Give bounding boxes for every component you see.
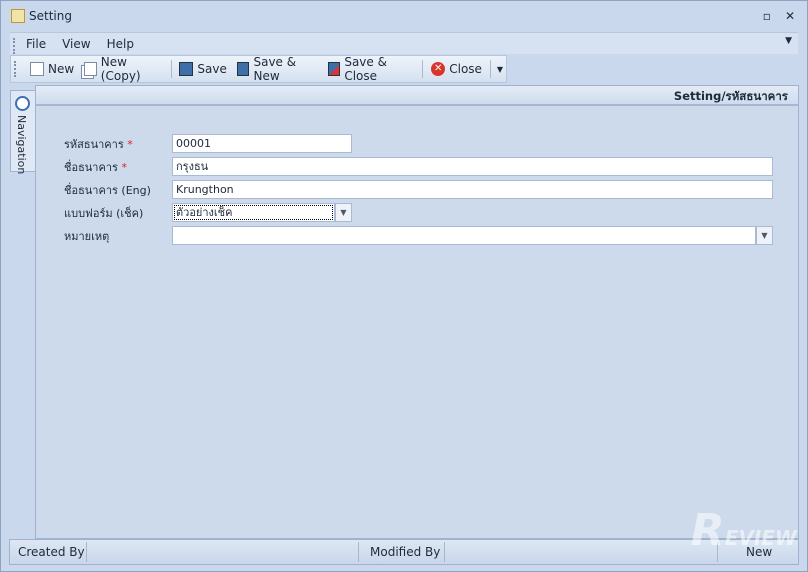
menu-bar: File View Help ▼ <box>10 32 798 54</box>
bank-name-eng-input[interactable]: Krungthon <box>172 180 773 199</box>
toolbar: New New (Copy) Save Save & New Save & Cl… <box>10 55 507 83</box>
close-label: Close <box>449 62 482 76</box>
close-red-icon: ✕ <box>431 62 446 76</box>
toolbar-overflow-chevron-icon[interactable]: ▼ <box>494 65 506 74</box>
remark-input[interactable] <box>172 226 756 245</box>
status-divider <box>444 542 445 562</box>
title-bar: Setting ▫ ✕ <box>1 1 807 31</box>
status-bar: Created By Modified By New <box>9 539 799 565</box>
status-divider <box>358 542 359 562</box>
bank-name-input[interactable]: กรุงธน <box>172 157 773 176</box>
bank-name-eng-label: ชื่อธนาคาร (Eng) <box>64 183 151 197</box>
cheque-form-row: แบบฟอร์ม (เช็ค) ตัวอย่างเช็ค ▼ <box>64 203 352 222</box>
remark-row: หมายเหตุ ▼ <box>64 226 773 245</box>
toolbar-separator <box>489 60 491 78</box>
save-button[interactable]: Save <box>174 58 231 80</box>
save-close-label: Save & Close <box>344 55 387 83</box>
close-window-button[interactable]: ✕ <box>785 9 795 23</box>
menu-view[interactable]: View <box>62 37 90 51</box>
save-new-icon <box>236 62 250 76</box>
window-title: Setting <box>29 9 72 23</box>
restore-button[interactable]: ▫ <box>763 9 771 23</box>
toolbar-separator <box>170 60 172 78</box>
save-close-button[interactable]: Save & Close <box>323 55 420 83</box>
setting-app-icon <box>11 9 25 23</box>
navigation-label: Navigation <box>15 115 28 175</box>
cheque-form-label: แบบฟอร์ม (เช็ค) <box>64 206 144 220</box>
bank-name-eng-row: ชื่อธนาคาร (Eng) Krungthon <box>64 180 773 199</box>
save-new-button[interactable]: Save & New <box>232 55 323 83</box>
save-new-label: Save & New <box>253 55 297 83</box>
save-label: Save <box>197 62 227 76</box>
remark-chevron-down-icon[interactable]: ▼ <box>756 226 773 245</box>
toolbar-separator <box>422 60 424 78</box>
cheque-form-select[interactable]: ตัวอย่างเช็ค <box>172 203 335 222</box>
status-divider <box>86 542 87 562</box>
required-marker: * <box>127 137 133 151</box>
menu-chevron-down-icon[interactable]: ▼ <box>785 36 792 46</box>
bank-code-row: รหัสธนาคาร * 00001 <box>64 134 352 153</box>
save-close-icon <box>327 62 341 76</box>
toolbar-grip[interactable] <box>14 61 16 77</box>
new-label: New <box>48 62 75 76</box>
menu-grip[interactable] <box>13 38 15 54</box>
watermark-logo: REVIEW <box>690 505 797 556</box>
modified-by-label: Modified By <box>370 545 441 559</box>
cheque-form-chevron-down-icon[interactable]: ▼ <box>335 203 352 222</box>
menu-help[interactable]: Help <box>107 37 134 51</box>
content-panel: Setting/รหัสธนาคาร รหัสธนาคาร * 00001 ชื… <box>35 85 799 539</box>
navigation-tab[interactable]: Navigation <box>10 90 35 175</box>
bank-code-input[interactable]: 00001 <box>172 134 352 153</box>
bank-code-label: รหัสธนาคาร * <box>64 135 172 153</box>
copy-document-icon <box>84 62 97 76</box>
save-icon <box>179 62 194 76</box>
close-button[interactable]: ✕ Close <box>426 58 487 80</box>
new-copy-label: New (Copy) <box>100 55 141 83</box>
bank-name-row: ชื่อธนาคาร * กรุงธน <box>64 157 773 176</box>
new-button[interactable]: New <box>25 58 79 80</box>
new-document-icon <box>30 62 44 76</box>
bank-name-label-text: ชื่อธนาคาร <box>64 160 118 174</box>
bank-name-label: ชื่อธนาคาร * <box>64 158 172 176</box>
remark-label: หมายเหตุ <box>64 229 110 243</box>
compass-icon <box>15 96 30 111</box>
required-marker: * <box>121 160 127 174</box>
new-copy-button[interactable]: New (Copy) <box>79 55 167 83</box>
page-title: Setting/รหัสธนาคาร <box>36 86 798 106</box>
bank-code-label-text: รหัสธนาคาร <box>64 137 124 151</box>
menu-file[interactable]: File <box>26 37 46 51</box>
setting-window: Setting ▫ ✕ File View Help ▼ New New (Co… <box>0 0 808 572</box>
created-by-label: Created By <box>18 545 85 559</box>
